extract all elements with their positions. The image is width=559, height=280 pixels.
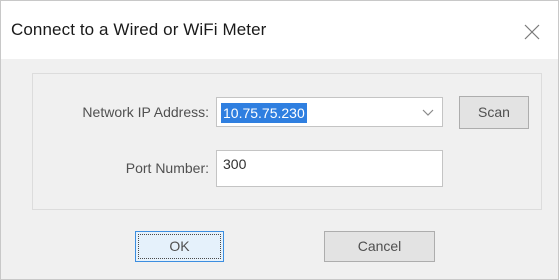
scan-button[interactable]: Scan bbox=[459, 96, 529, 129]
close-icon bbox=[524, 24, 540, 40]
focus-rectangle bbox=[138, 234, 221, 259]
port-number-label: Port Number: bbox=[125, 160, 209, 176]
port-number-value[interactable]: 300 bbox=[223, 156, 246, 172]
connect-meter-dialog: Connect to a Wired or WiFi Meter Network… bbox=[0, 0, 559, 280]
title-bar: Connect to a Wired or WiFi Meter bbox=[1, 1, 558, 59]
port-number-input[interactable]: 300 bbox=[216, 150, 443, 187]
ip-address-value[interactable]: 10.75.75.230 bbox=[221, 103, 307, 123]
close-button[interactable] bbox=[515, 15, 549, 49]
ip-address-label: Network IP Address: bbox=[82, 104, 209, 120]
chevron-down-icon[interactable] bbox=[422, 107, 434, 117]
cancel-button[interactable]: Cancel bbox=[324, 231, 435, 262]
dialog-title: Connect to a Wired or WiFi Meter bbox=[11, 20, 267, 39]
ok-button[interactable]: OK bbox=[135, 231, 224, 262]
ip-address-combobox[interactable]: 10.75.75.230 bbox=[216, 97, 443, 127]
connection-group bbox=[32, 73, 542, 210]
